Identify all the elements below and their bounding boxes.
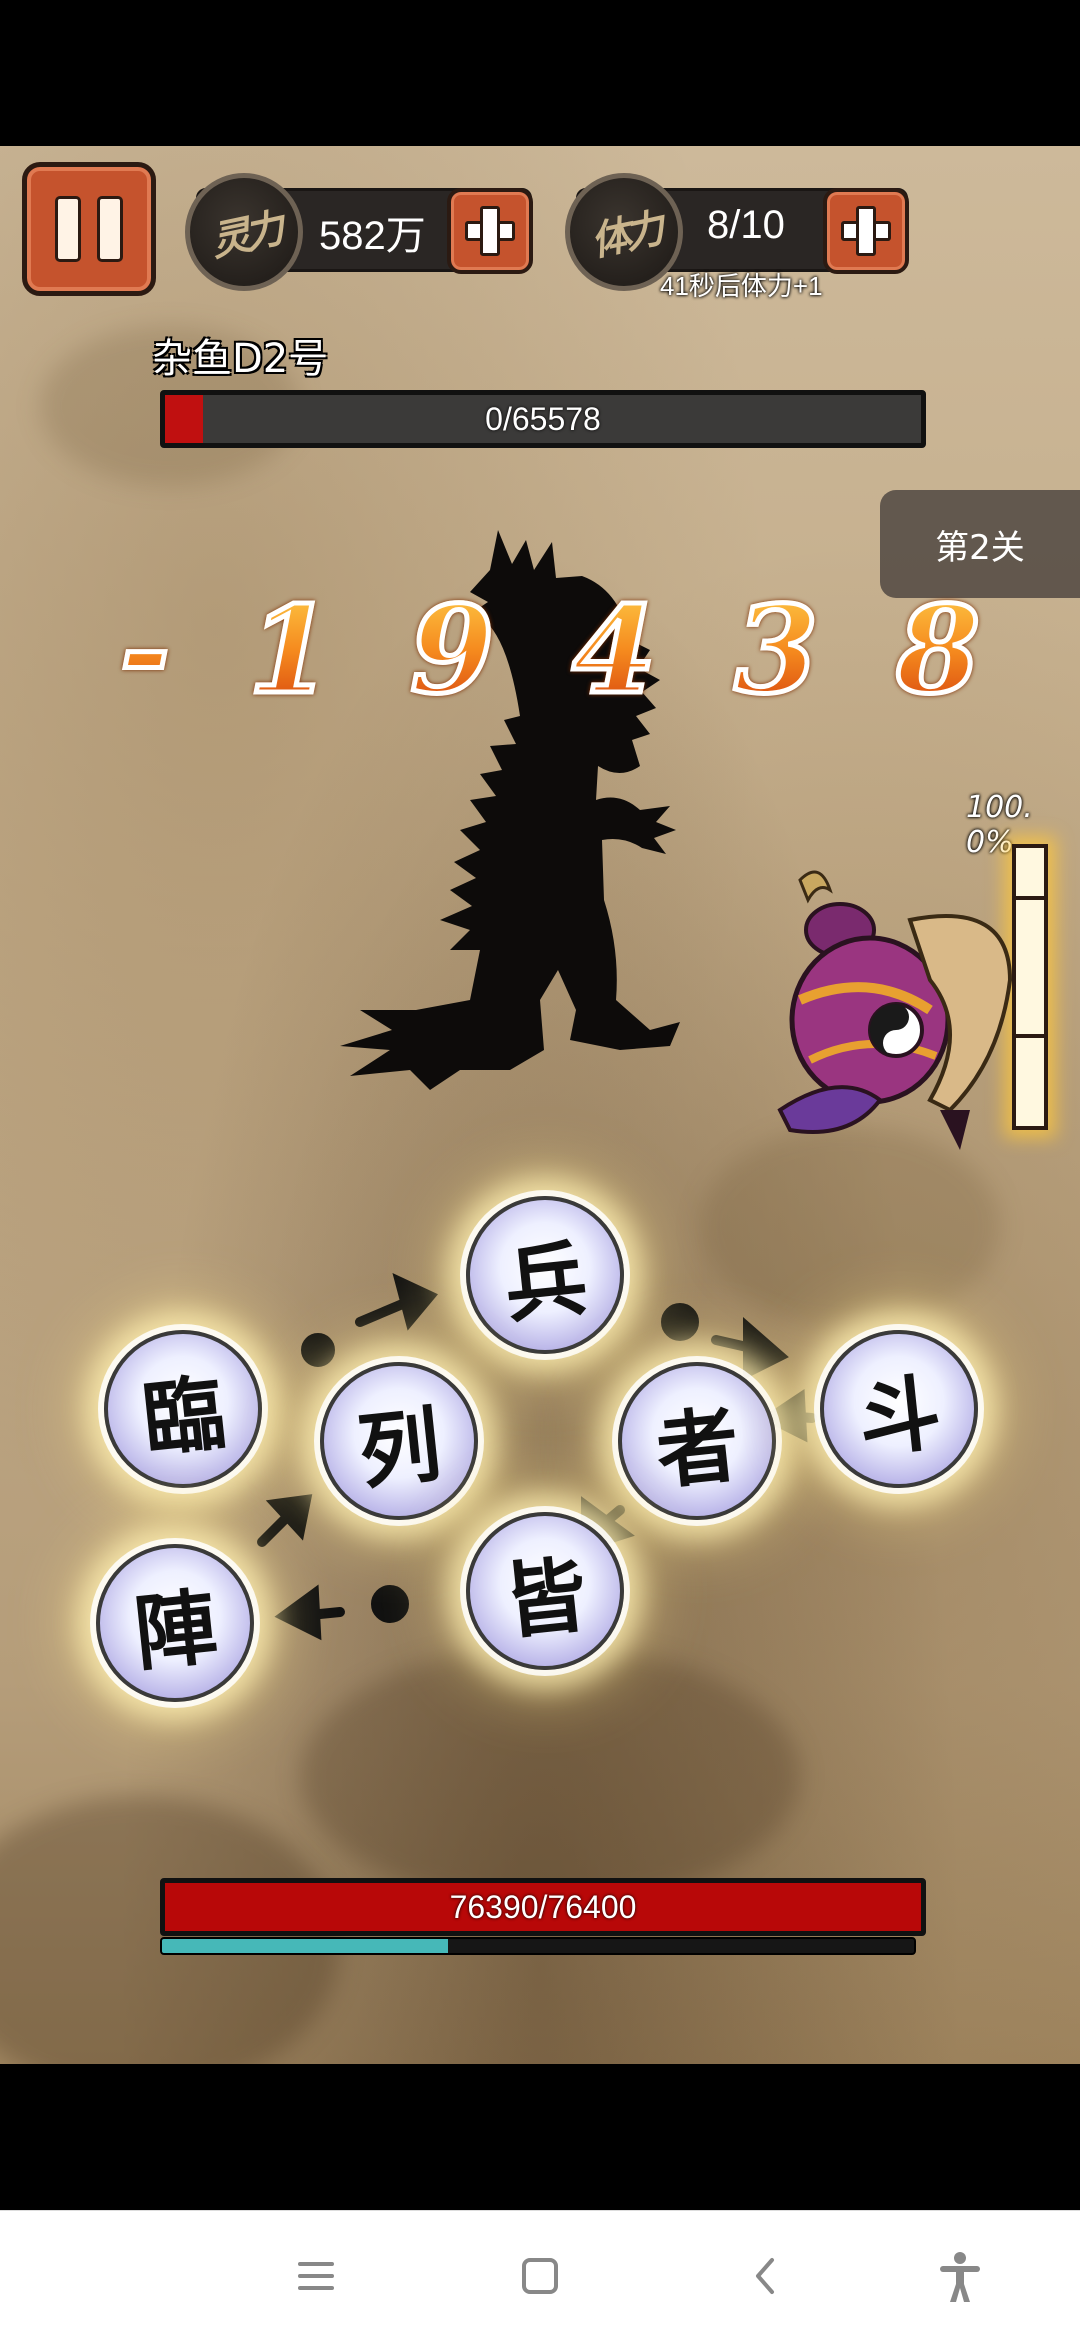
seal-bing-button[interactable]: 兵 bbox=[466, 1196, 624, 1354]
seal-lie-label: 列 bbox=[353, 1396, 446, 1501]
game-screen: { "hud": { "spirit_power": { "icon_text"… bbox=[0, 0, 1080, 2340]
plus-icon bbox=[483, 224, 497, 238]
plus-icon bbox=[859, 224, 873, 238]
player-xp-bar bbox=[160, 1937, 916, 1955]
seal-jie-label: 皆 bbox=[499, 1546, 592, 1651]
player-xp-fill bbox=[162, 1939, 448, 1953]
seal-zhen-label: 陣 bbox=[129, 1578, 222, 1683]
pause-button[interactable] bbox=[22, 162, 156, 296]
bottom-black-bar bbox=[0, 2064, 1080, 2210]
damage-digit: 4 bbox=[570, 577, 658, 723]
home-icon[interactable] bbox=[510, 2246, 570, 2306]
player-hp-bar: 76390/76400 bbox=[160, 1878, 926, 1936]
damage-digit: 9 bbox=[408, 577, 496, 723]
damage-digit: - bbox=[118, 577, 173, 723]
seal-lie-button[interactable]: 列 bbox=[320, 1362, 478, 1520]
level-label: 第2关 bbox=[935, 527, 1025, 568]
damage-digit: 3 bbox=[732, 577, 820, 723]
seal-zhe-button[interactable]: 者 bbox=[618, 1362, 776, 1520]
add-spirit-power-button[interactable] bbox=[447, 188, 533, 274]
spirit-power-counter: 灵力 582万 bbox=[185, 173, 533, 291]
stamina-value: 8/10 bbox=[707, 203, 785, 247]
player-character bbox=[777, 870, 1013, 1150]
stamina-regen-timer: 41秒后体力+1 bbox=[660, 271, 823, 301]
player-hp-text: 76390/76400 bbox=[449, 1888, 637, 1925]
spirit-power-value: 582万 bbox=[319, 214, 426, 258]
spirit-power-icon: 灵力 bbox=[185, 173, 303, 291]
stamina-icon-label: 体力 bbox=[586, 205, 663, 266]
seal-dou-label: 斗 bbox=[853, 1364, 946, 1469]
seal-bing-label: 兵 bbox=[499, 1230, 592, 1335]
stamina-counter: 体力 8/10 bbox=[565, 173, 909, 291]
seal-zhen-button[interactable]: 陣 bbox=[96, 1544, 254, 1702]
seal-lin-label: 臨 bbox=[137, 1364, 230, 1469]
accessibility-icon[interactable] bbox=[930, 2246, 990, 2306]
add-stamina-button[interactable] bbox=[823, 188, 909, 274]
menu-icon[interactable] bbox=[286, 2246, 346, 2306]
seal-dou-button[interactable]: 斗 bbox=[820, 1330, 978, 1488]
enemy-hp-text: 0/65578 bbox=[485, 400, 601, 437]
spirit-power-icon-label: 灵力 bbox=[206, 205, 283, 266]
pause-icon bbox=[55, 196, 81, 262]
system-nav-bar bbox=[0, 2210, 1080, 2340]
seal-zhe-label: 者 bbox=[651, 1396, 744, 1501]
pause-icon bbox=[97, 196, 123, 262]
back-icon[interactable] bbox=[736, 2246, 796, 2306]
damage-digit: 8 bbox=[894, 577, 982, 723]
enemy-name: 杂鱼D2号 bbox=[152, 336, 329, 382]
top-black-bar bbox=[0, 0, 1080, 146]
seal-jie-button[interactable]: 皆 bbox=[466, 1512, 624, 1670]
seal-lin-button[interactable]: 臨 bbox=[104, 1330, 262, 1488]
damage-digit: 1 bbox=[246, 577, 334, 723]
damage-number: -19438 bbox=[118, 577, 983, 723]
enemy-hp-bar: 0/65578 bbox=[160, 390, 926, 448]
